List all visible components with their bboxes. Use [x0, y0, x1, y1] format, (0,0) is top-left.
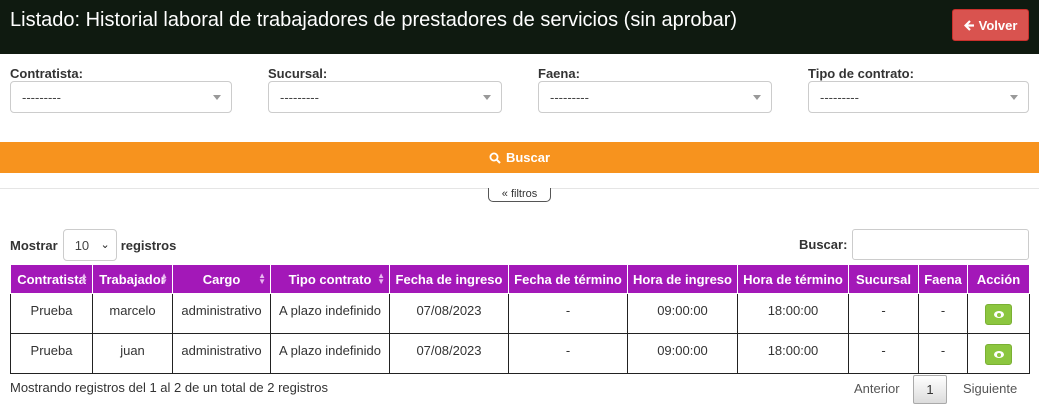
filter-label: Faena:: [538, 66, 580, 81]
sort-icon: ▲ ▼: [258, 271, 266, 286]
sort-icon: ▲ ▼: [80, 271, 88, 286]
filter-faena: Faena: ---------: [538, 66, 772, 113]
view-button[interactable]: [985, 344, 1012, 365]
search-icon: [489, 152, 501, 164]
table-row: Prueba marcelo administrativo A plazo in…: [10, 293, 1030, 334]
table-row: Prueba juan administrativo A plazo indef…: [10, 333, 1030, 374]
tipo-contrato-select[interactable]: ---------: [808, 81, 1029, 113]
cell-fecha-termino: -: [508, 333, 628, 374]
length-suffix: registros: [120, 237, 177, 253]
pagination-page-1[interactable]: 1: [913, 375, 947, 404]
filter-contratista: Contratista: ---------: [10, 66, 232, 113]
cell-faena: -: [918, 333, 968, 374]
cell-tipo-contrato: A plazo indefinido: [270, 293, 390, 334]
pagination-previous[interactable]: Anterior: [854, 381, 900, 396]
column-header-cargo[interactable]: Cargo ▲ ▼: [172, 264, 271, 294]
view-button[interactable]: [985, 304, 1012, 325]
column-header-fecha-termino[interactable]: Fecha de término: [508, 264, 628, 294]
select-value: ---------: [280, 90, 319, 105]
column-header-accion: Acción: [967, 264, 1030, 294]
filter-tipo-contrato: Tipo de contrato: ---------: [808, 66, 1029, 113]
records-table: Contratista ▲ ▼ Trabajador ▲ ▼ Cargo ▲ ▼ Tipo …: [10, 264, 1030, 374]
cell-faena: -: [918, 293, 968, 334]
page-header: Listado: Historial laboral de trabajador…: [0, 0, 1039, 54]
filter-sucursal: Sucursal: ---------: [268, 66, 502, 113]
filters-toggle-label: filtros: [510, 188, 538, 200]
cell-hora-ingreso: 09:00:00: [627, 333, 738, 374]
cell-trabajador: juan: [92, 333, 173, 374]
page-length-value: 10: [74, 238, 90, 253]
cell-hora-termino: 18:00:00: [737, 333, 849, 374]
cell-fecha-termino: -: [508, 293, 628, 334]
column-header-tipo-contrato[interactable]: Tipo contrato ▲ ▼: [270, 264, 390, 294]
caret-down-icon: [1010, 95, 1018, 100]
column-header-trabajador[interactable]: Trabajador ▲ ▼: [92, 264, 173, 294]
caret-down-icon: [753, 95, 761, 100]
select-value: ---------: [22, 90, 61, 105]
filter-label: Sucursal:: [268, 66, 328, 81]
cell-cargo: administrativo: [172, 293, 271, 334]
sucursal-select[interactable]: ---------: [268, 81, 502, 113]
cell-sucursal: -: [848, 293, 919, 334]
table-search-label: Buscar:: [799, 237, 848, 252]
eye-icon: [994, 351, 1004, 358]
cell-hora-termino: 18:00:00: [737, 293, 849, 334]
eye-icon: [994, 311, 1004, 318]
column-header-hora-termino[interactable]: Hora de término: [737, 264, 849, 294]
column-header-contratista[interactable]: Contratista ▲ ▼: [10, 264, 93, 294]
arrow-left-icon: [963, 19, 974, 31]
cell-fecha-ingreso: 07/08/2023: [389, 333, 509, 374]
page-length-select[interactable]: 10 ⌄: [62, 229, 117, 261]
cell-cargo: administrativo: [172, 333, 271, 374]
table-header-row: Contratista ▲ ▼ Trabajador ▲ ▼ Cargo ▲ ▼ Tipo …: [10, 264, 1030, 294]
caret-down-icon: [483, 95, 491, 100]
search-button-label: Buscar: [505, 150, 551, 165]
sort-icon: ▲ ▼: [377, 271, 385, 286]
table-info: Mostrando registros del 1 al 2 de un tot…: [10, 380, 328, 395]
cell-accion: [967, 293, 1030, 334]
cell-accion: [967, 333, 1030, 374]
column-header-fecha-ingreso[interactable]: Fecha de ingreso: [389, 264, 509, 294]
back-button-label: Volver: [978, 17, 1018, 33]
length-prefix: Mostrar: [10, 237, 58, 253]
faena-select[interactable]: ---------: [538, 81, 772, 113]
double-chevron-up-icon: «: [501, 188, 508, 200]
page-length-control: Mostrar 10 ⌄ registros: [10, 229, 176, 261]
filter-label: Contratista:: [10, 66, 83, 81]
cell-fecha-ingreso: 07/08/2023: [389, 293, 509, 334]
select-value: ---------: [820, 90, 859, 105]
caret-down-icon: [213, 95, 221, 100]
cell-trabajador: marcelo: [92, 293, 173, 334]
filter-label: Tipo de contrato:: [808, 66, 914, 81]
column-header-hora-ingreso[interactable]: Hora de ingreso: [627, 264, 738, 294]
filters-toggle-button[interactable]: « filtros: [488, 188, 551, 202]
column-header-sucursal[interactable]: Sucursal: [848, 264, 919, 294]
search-button[interactable]: Buscar: [0, 142, 1039, 173]
pagination-next[interactable]: Siguiente: [963, 381, 1017, 396]
cell-tipo-contrato: A plazo indefinido: [270, 333, 390, 374]
page-title: Listado: Historial laboral de trabajador…: [10, 9, 738, 31]
contratista-select[interactable]: ---------: [10, 81, 232, 113]
cell-hora-ingreso: 09:00:00: [627, 293, 738, 334]
cell-contratista: Prueba: [10, 333, 93, 374]
cell-sucursal: -: [848, 333, 919, 374]
sort-icon: ▲ ▼: [160, 271, 168, 286]
table-search-input[interactable]: [852, 229, 1029, 260]
cell-contratista: Prueba: [10, 293, 93, 334]
back-button[interactable]: Volver: [952, 9, 1029, 41]
select-value: ---------: [550, 90, 589, 105]
column-header-faena[interactable]: Faena: [918, 264, 968, 294]
chevron-down-icon: ⌄: [100, 239, 110, 251]
